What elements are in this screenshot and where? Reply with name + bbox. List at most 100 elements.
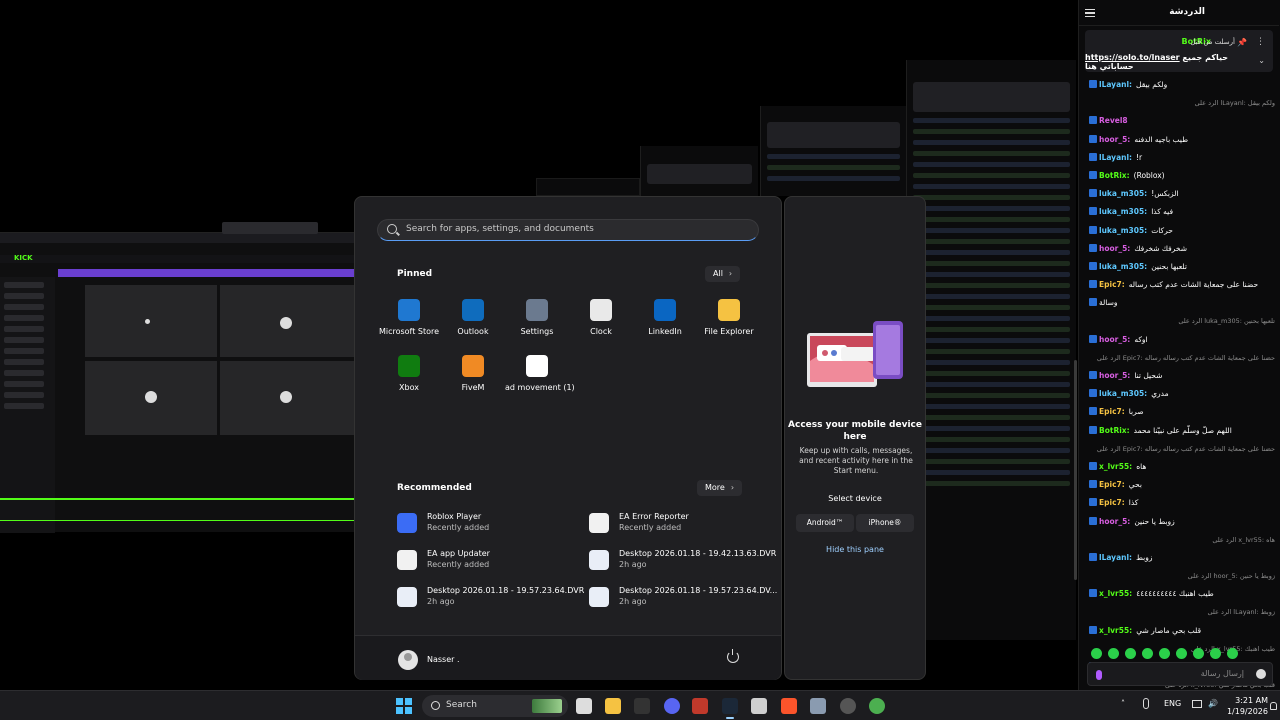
pinned-app[interactable]: ad movement (1) (505, 355, 575, 392)
chat-username[interactable]: BotRix: (1099, 426, 1130, 435)
background-stream-preview: KICK (0, 232, 354, 533)
chat-username[interactable]: BotRix: (1099, 171, 1130, 180)
recommended-item[interactable]: Roblox Player Recently added (397, 511, 577, 537)
chat-text: شحيل تنا (1134, 371, 1163, 380)
chat-username[interactable]: Revel8 (1099, 116, 1128, 125)
notepad-icon[interactable] (751, 698, 767, 714)
chat-username[interactable]: Epic7: (1099, 480, 1125, 489)
chat-username[interactable]: lLayanl: (1099, 153, 1132, 162)
discord-icon[interactable] (664, 698, 680, 714)
user-avatar[interactable] (398, 650, 418, 670)
chevron-down-icon[interactable]: ⌄ (1258, 56, 1265, 65)
browser-toolbar (0, 255, 354, 263)
pinned-app[interactable]: FiveM (441, 355, 505, 392)
media-app-icon[interactable] (692, 698, 708, 714)
chat-message: luka_m305: تلعبها بحنين (1089, 258, 1275, 276)
emote-icon[interactable] (1108, 648, 1119, 659)
pinned-link[interactable]: https://solo.to/lnaser (1085, 53, 1180, 62)
steam-icon[interactable] (722, 698, 738, 719)
pinned-app[interactable]: Settings (505, 299, 569, 336)
brave-icon[interactable] (781, 698, 797, 714)
emote-icon[interactable] (1142, 648, 1153, 659)
taskbar-search[interactable]: Search (422, 695, 568, 717)
emote-icon[interactable] (1227, 648, 1238, 659)
more-options-icon[interactable]: ⋮ (1256, 37, 1265, 47)
pinned-message[interactable]: 📌 ⋮ BotRix أرسلت من قبل https://solo.to/… (1085, 30, 1273, 72)
chat-username[interactable]: x_lvr55: (1099, 626, 1132, 635)
chat-username[interactable]: luka_m305: (1099, 262, 1147, 271)
clock[interactable]: 3:21 AM 1/19/2026 (1220, 695, 1268, 717)
recommended-item[interactable]: Desktop 2026.01.18 - 19.57.23.64.DVR 2h a… (397, 585, 584, 611)
recommended-item[interactable]: EA Error Reporter Recently added (589, 511, 769, 537)
chevron-up-icon[interactable]: ˄ (1121, 699, 1125, 708)
chat-scrollbar[interactable] (1074, 360, 1077, 580)
chat-username[interactable]: luka_m305: (1099, 189, 1147, 198)
chat-username[interactable]: hoor_5: (1099, 517, 1130, 526)
monitor-icon[interactable] (1192, 700, 1202, 708)
iphone-button[interactable]: iPhone® (856, 514, 914, 532)
pinned-app[interactable]: Microsoft Store (377, 299, 441, 336)
pinned-app[interactable]: Xbox (377, 355, 441, 392)
badge-icon (1089, 498, 1097, 507)
pinned-app[interactable]: File Explorer (697, 299, 761, 336)
power-icon[interactable] (727, 649, 739, 663)
android-button[interactable]: Android™ (796, 514, 854, 532)
microphone-icon[interactable] (1143, 698, 1149, 709)
taskbar: Search ˄ ENG 🔊 3:21 AM 1/19/2026 (0, 690, 1280, 720)
user-name[interactable]: Nasser . (427, 655, 460, 664)
notification-bell-icon[interactable] (1270, 702, 1277, 710)
chrome-icon[interactable] (869, 698, 885, 714)
emote-icon[interactable] (1176, 648, 1187, 659)
language-indicator[interactable]: ENG (1164, 699, 1181, 708)
volume-icon[interactable]: 🔊 (1208, 699, 1218, 708)
emote-icon[interactable] (1091, 648, 1102, 659)
chat-text: الرد على lLayanl: زوبط (1207, 608, 1275, 617)
chat-username[interactable]: lLayanl: (1099, 80, 1132, 89)
chat-username[interactable]: luka_m305: (1099, 226, 1147, 235)
chat-username[interactable]: Epic7: (1099, 407, 1125, 416)
chat-username[interactable]: Epic7: (1099, 280, 1125, 289)
pinned-app[interactable]: LinkedIn (633, 299, 697, 336)
chat-username[interactable]: x_lvr55: (1099, 589, 1132, 598)
chat-text: وسالة (1099, 298, 1118, 308)
file-explorer-icon[interactable] (605, 698, 621, 714)
app-icon[interactable] (634, 698, 650, 714)
preview-sidebar (0, 277, 55, 533)
emote-icon[interactable] (1159, 648, 1170, 659)
chat-username[interactable]: lLayanl: (1099, 553, 1132, 562)
github-icon[interactable] (840, 698, 856, 714)
badge-icon (1089, 589, 1097, 598)
all-apps-button[interactable]: All › (705, 266, 741, 282)
emote-icon[interactable] (1125, 648, 1136, 659)
chat-input[interactable]: إرسال رسالة (1087, 662, 1273, 686)
more-button[interactable]: More › (697, 480, 743, 496)
recommended-name: Desktop 2026.01.18 - 19.57.23.64.DVR (427, 586, 585, 595)
pinned-app[interactable]: Outlook (441, 299, 505, 336)
emote-icon[interactable] (1193, 648, 1204, 659)
chat-username[interactable]: hoor_5: (1099, 244, 1130, 253)
chat-username[interactable]: luka_m305: (1099, 207, 1147, 216)
menu-icon[interactable] (1085, 9, 1095, 17)
emoji-icon[interactable] (1256, 669, 1266, 679)
recommended-item[interactable]: EA app Updater Recently added (397, 548, 577, 574)
mic-icon[interactable] (1096, 670, 1102, 680)
chat-username[interactable]: luka_m305: (1099, 389, 1147, 398)
recommended-item[interactable]: Desktop 2026.01.18 - 19.42.13.63.DVR 2h a… (589, 548, 776, 574)
settings-icon[interactable] (810, 698, 826, 714)
windows-start-button[interactable] (396, 698, 412, 714)
hide-pane-link[interactable]: Hide this pane (785, 545, 925, 554)
recommended-item[interactable]: Desktop 2026.01.18 - 19.57.23.64.DV... 2h… (589, 585, 777, 611)
chat-username[interactable]: hoor_5: (1099, 135, 1130, 144)
task-view-icon[interactable] (576, 698, 592, 714)
chat-username[interactable]: Epic7: (1099, 498, 1125, 507)
badge-icon (1089, 298, 1097, 307)
chat-username[interactable]: hoor_5: (1099, 371, 1130, 380)
emote-icon[interactable] (1210, 648, 1221, 659)
start-search-input[interactable]: Search for apps, settings, and documents (377, 219, 759, 241)
clock-icon (590, 299, 612, 321)
chat-username[interactable]: hoor_5: (1099, 335, 1130, 344)
pin-icon[interactable]: 📌 (1237, 38, 1247, 47)
pinned-app[interactable]: Clock (569, 299, 633, 336)
chat-title: الدردشة (1169, 7, 1205, 17)
chat-username[interactable]: x_lvr55: (1099, 462, 1132, 471)
